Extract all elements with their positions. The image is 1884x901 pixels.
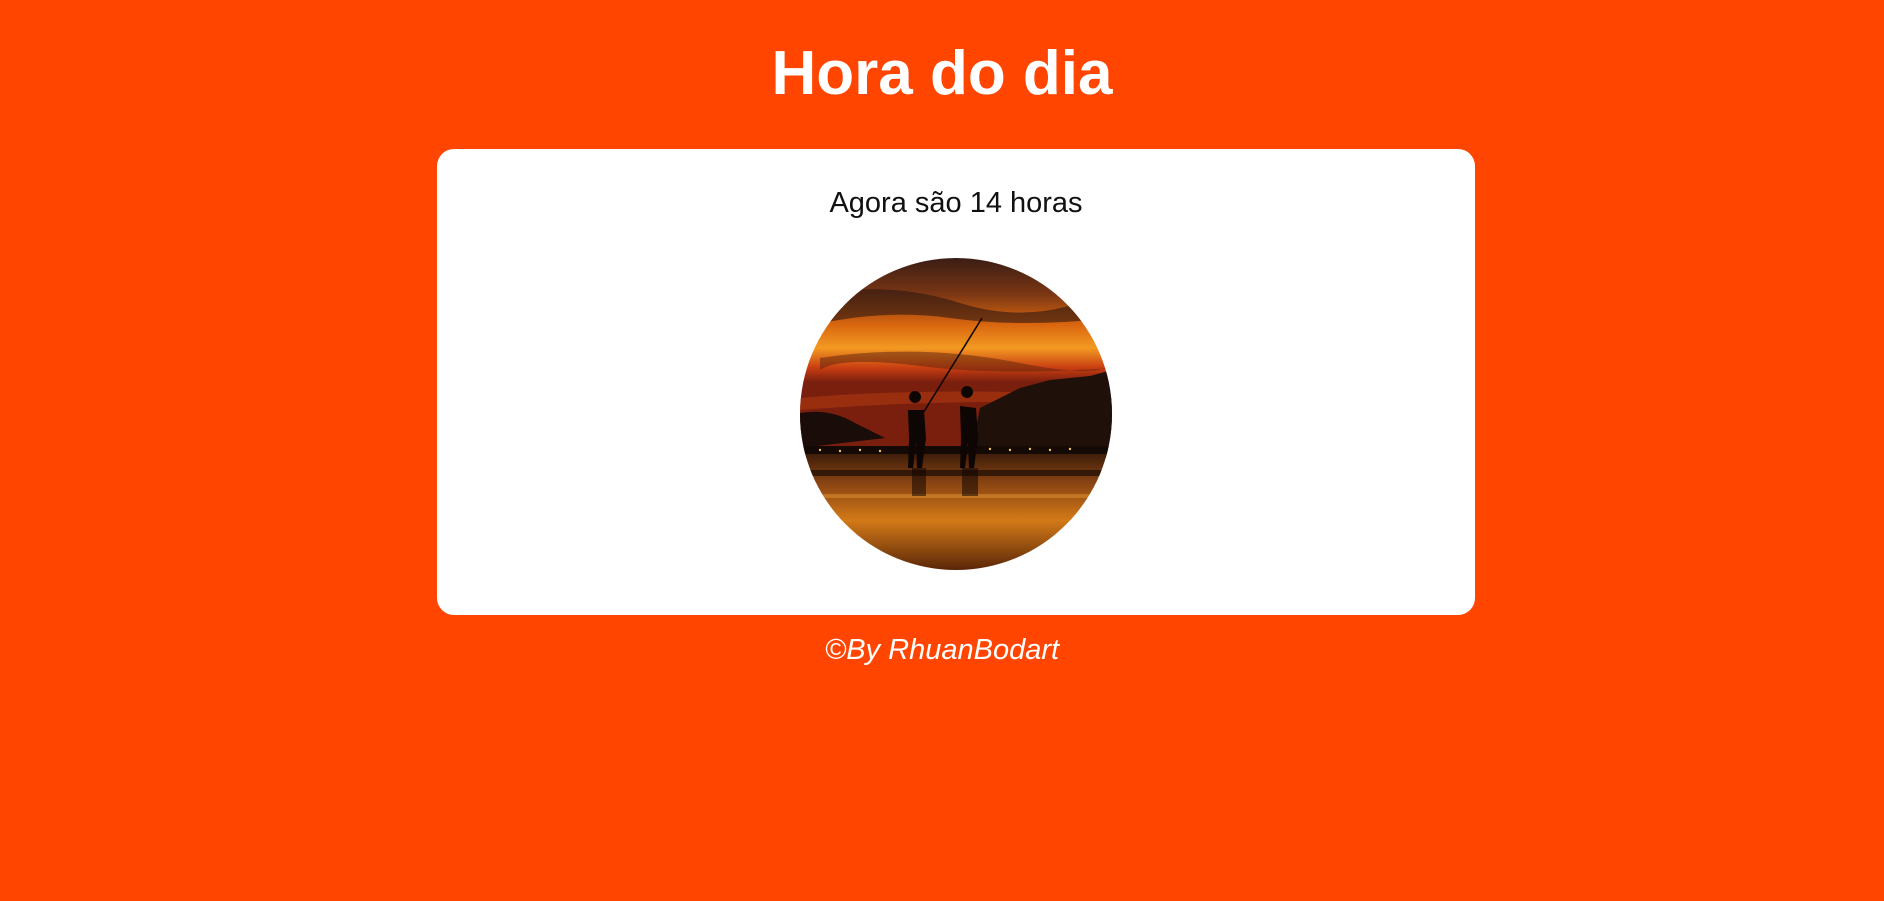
content-card: Agora são 14 horas [437, 149, 1475, 615]
page-title: Hora do dia [771, 39, 1113, 108]
sunset-fishermen-illustration [800, 258, 1112, 570]
sunset-photo [800, 258, 1112, 570]
time-message: Agora são 14 horas [829, 187, 1083, 219]
footer-credit: ©By RhuanBodart [824, 634, 1060, 666]
